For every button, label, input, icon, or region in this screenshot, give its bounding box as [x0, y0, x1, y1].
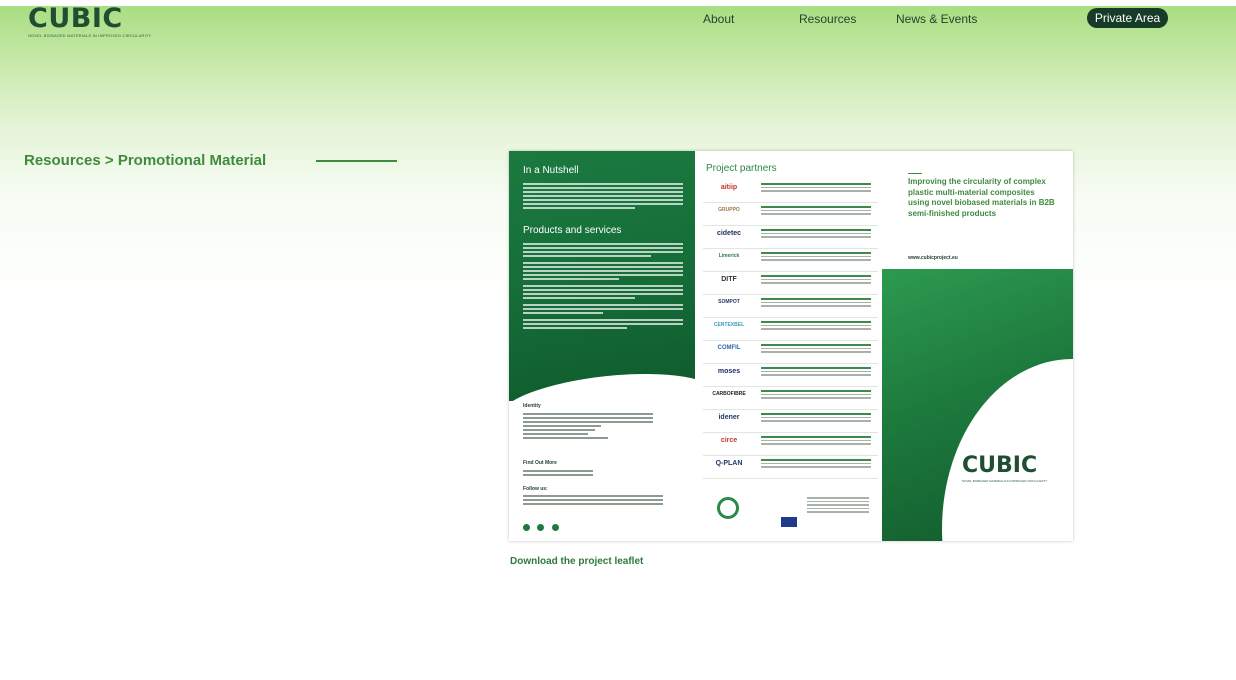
- cover-accent-dash: [908, 173, 922, 174]
- partner-logo: DITF: [721, 276, 737, 283]
- breadcrumb-current: Promotional Material: [117, 152, 267, 169]
- nav-news-events[interactable]: News & Events: [896, 12, 977, 26]
- site-logo[interactable]: CUBIC NOVEL BIOBASED MATERIALS IN IMPROV…: [28, 3, 152, 38]
- cover-photo-curve: [942, 359, 1073, 541]
- circular-bio-based-europe-icon: [717, 497, 739, 519]
- leaflet-preview-image[interactable]: In a Nutshell Products and services Iden…: [509, 151, 1073, 541]
- products-body-text: [523, 243, 683, 331]
- cover-url: www.cubicproject.eu: [908, 255, 958, 261]
- partner-logo: aitiip: [720, 184, 738, 191]
- linkedin-icon: [537, 524, 545, 531]
- partner-row: SOMPOT: [703, 296, 878, 318]
- partner-logo: Limerick: [718, 253, 740, 259]
- partner-row: idener: [703, 411, 878, 433]
- follow-us-heading: Follow us:: [523, 486, 548, 492]
- partner-row: Limerick: [703, 250, 878, 272]
- follow-us-text: [523, 495, 663, 507]
- leaflet-panel-cover: Improving the circularity of complex pla…: [882, 151, 1073, 541]
- partner-logo: moses: [717, 368, 741, 375]
- cover-logo: CUBIC: [962, 453, 1038, 478]
- partner-row: aitiip: [703, 181, 878, 203]
- partner-logo: SOMPOT: [718, 299, 740, 305]
- partner-logo: idener: [718, 414, 740, 421]
- leaflet-panel-partners: Project partners aitiip GRUPPO cidetec L…: [695, 151, 882, 541]
- nav-about[interactable]: About: [703, 12, 734, 26]
- private-area-button[interactable]: Private Area: [1087, 8, 1168, 28]
- partner-row: CENTEXBEL: [703, 319, 878, 341]
- partner-row: COMFIL: [703, 342, 878, 364]
- find-out-more-heading: Find Out More: [523, 460, 557, 466]
- partner-logo: cidetec: [716, 230, 742, 237]
- partner-row: circe: [703, 434, 878, 456]
- find-out-more-text: [523, 470, 593, 478]
- identity-heading: Identity: [523, 403, 541, 409]
- logo-text: CUBIC: [28, 3, 123, 34]
- cover-logo-tagline: NOVEL BIOBASED MATERIALS IN IMPROVED CIR…: [962, 479, 1048, 483]
- partner-row: moses: [703, 365, 878, 387]
- breadcrumb: Resources > Promotional Material: [24, 152, 266, 169]
- youtube-icon: [551, 524, 559, 531]
- partner-logo: CARBOFIBRE: [712, 391, 746, 397]
- partner-row: CARBOFIBRE: [703, 388, 878, 410]
- twitter-icon: [523, 524, 530, 531]
- cover-photo: [882, 269, 1073, 541]
- cover-title: Improving the circularity of complex pla…: [908, 177, 1055, 218]
- products-heading: Products and services: [523, 225, 622, 236]
- partner-row: DITF: [703, 273, 878, 295]
- nutshell-body-text: [523, 183, 683, 211]
- nav-resources[interactable]: Resources: [799, 12, 856, 26]
- leaflet-panel-nutshell: In a Nutshell Products and services Iden…: [509, 151, 722, 541]
- partner-row: Q-PLAN: [703, 457, 878, 479]
- partner-logo: circe: [720, 437, 738, 444]
- partner-row: cidetec: [703, 227, 878, 249]
- nutshell-heading: In a Nutshell: [523, 165, 579, 176]
- partner-logo: CENTEXBEL: [713, 322, 745, 328]
- breadcrumb-underline: [316, 160, 397, 162]
- partner-logo: Q-PLAN: [715, 460, 743, 467]
- breadcrumb-resources-link[interactable]: Resources: [24, 152, 101, 169]
- download-leaflet-link[interactable]: Download the project leaflet: [510, 556, 643, 567]
- social-icons: [523, 518, 562, 536]
- funding-disclaimer-text: [807, 497, 869, 515]
- partners-heading: Project partners: [706, 163, 777, 174]
- identity-body-text: [523, 413, 653, 441]
- partner-logo: COMFIL: [717, 345, 741, 351]
- partner-row: GRUPPO: [703, 204, 878, 226]
- logo-tagline: NOVEL BIOBASED MATERIALS IN IMPROVED CIR…: [28, 33, 152, 38]
- top-strip: [0, 0, 1236, 6]
- partner-logo: GRUPPO: [718, 207, 740, 213]
- eu-flag-icon: [781, 517, 797, 527]
- breadcrumb-separator: >: [104, 152, 114, 169]
